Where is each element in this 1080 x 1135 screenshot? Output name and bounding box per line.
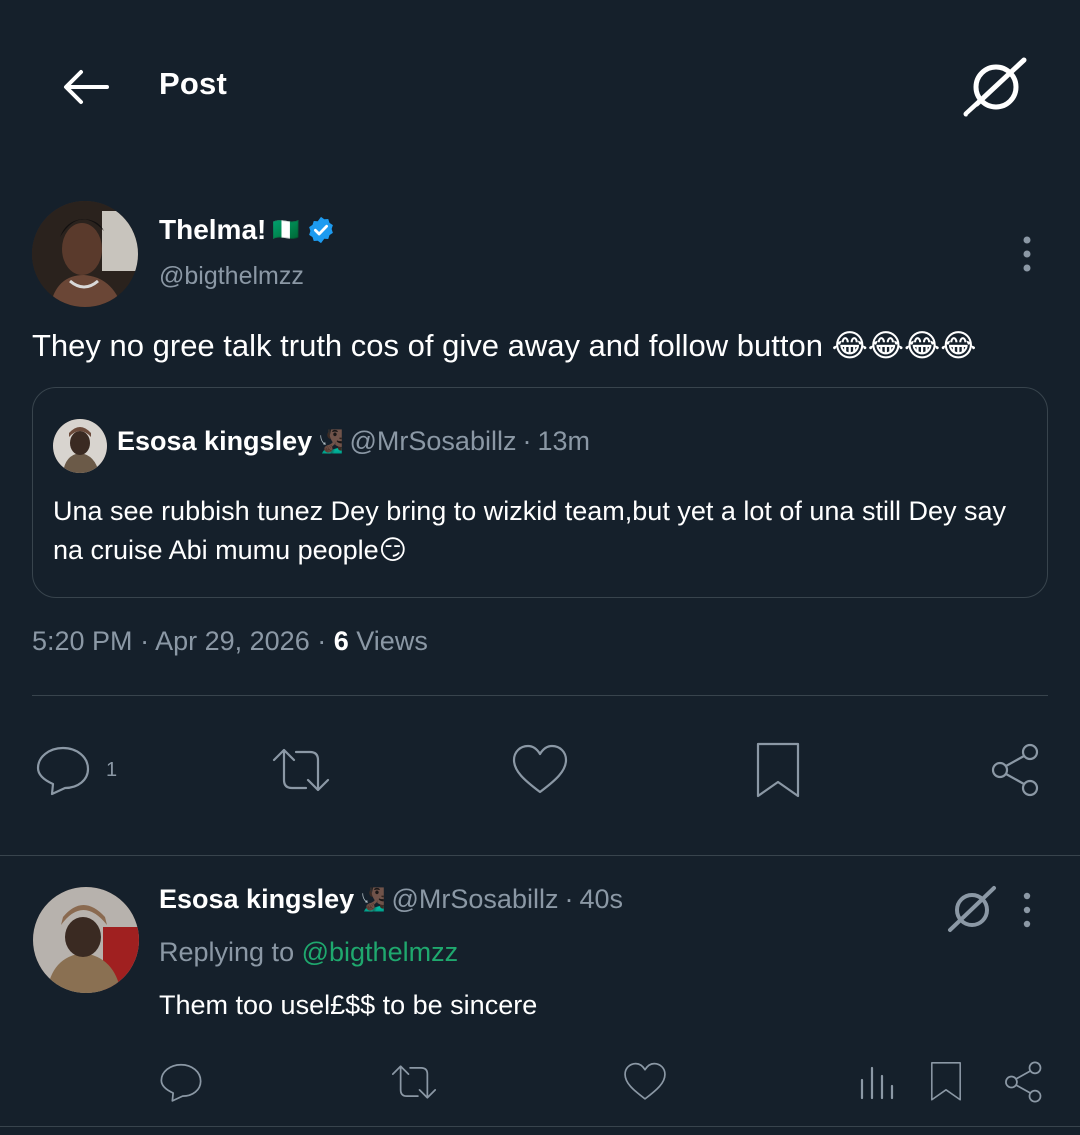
share-button[interactable] [988,742,1044,798]
quoted-author-photo [53,419,107,473]
avatar[interactable] [32,201,138,307]
reply-time: 40s [579,884,624,914]
reply-reply-button[interactable] [158,1060,204,1104]
tweet-metadata: 5:20 PM · Apr 29, 2026 · 6 Views [32,626,428,657]
grok-button[interactable] [946,884,998,934]
separator-dot: · [317,626,334,656]
reply-like-button[interactable] [622,1060,668,1104]
reply-retweet-button[interactable] [388,1060,440,1104]
replying-to-line: Replying to @bigthelmzz [159,937,458,968]
views-count: 6 [333,626,349,656]
reply-author-name[interactable]: Esosa kingsley [159,884,354,915]
more-options-button[interactable] [1010,232,1044,276]
retweet-button[interactable] [268,742,334,798]
quoted-author-name[interactable]: Esosa kingsley [117,426,312,457]
bookmark-button[interactable] [750,740,806,802]
heart-icon [624,1062,666,1100]
more-options-button[interactable] [1012,888,1042,932]
separator-dot: · [564,884,574,914]
replying-to-handle[interactable]: @bigthelmzz [302,937,458,967]
more-vertical-icon [1023,892,1031,928]
arrow-left-icon [64,70,109,104]
reply-header: Esosa kingsley 🧏🏿‍♂️ @MrSosabillz · 40s [159,884,623,915]
quoted-tweet-text: Una see rubbish tunez Dey bring to wizki… [53,496,1006,565]
grok-button[interactable] [962,56,1030,118]
divider [0,1126,1080,1127]
back-button[interactable] [58,62,114,112]
share-icon [991,743,1039,797]
share-icon [1005,1061,1042,1103]
divider [0,855,1080,856]
reply-avatar[interactable] [33,887,139,993]
bookmark-icon [756,742,800,798]
divider [32,695,1048,696]
tweet-time: 5:20 PM [32,626,133,656]
quoted-avatar[interactable] [53,419,107,473]
replying-to-label: Replying to [159,937,295,967]
retweet-icon [391,1065,437,1099]
grok-icon [948,886,996,932]
like-button[interactable] [510,742,570,798]
author-name[interactable]: Thelma! 🇳🇬 [159,214,336,246]
quoted-tweet-time: 13m [537,426,590,456]
analytics-icon [860,1066,894,1100]
grok-icon [963,57,1027,117]
bookmark-icon [931,1062,961,1101]
reply-author-handle[interactable]: @MrSosabillz [392,884,559,915]
separator-dot: · [522,426,532,456]
quoted-tweet-header: Esosa kingsley 🧏🏿‍♂️ @MrSosabillz · 13m [117,426,590,457]
author-handle[interactable]: @bigthelmzz [159,262,304,291]
reply-count: 1 [106,758,118,781]
reply-bookmark-button[interactable] [926,1060,966,1104]
reply-views-button[interactable] [856,1060,900,1104]
retweet-icon [272,748,330,792]
reply-share-button[interactable] [1002,1060,1046,1104]
page-title: Post [159,66,227,101]
reply-icon [36,746,90,796]
heart-icon [512,744,568,794]
verified-badge-icon [308,216,333,244]
reply-button[interactable]: 1 [34,742,117,798]
deaf-man-emoji: 🧏🏿‍♂️ [316,428,344,454]
reply-author-photo [33,887,139,993]
views-label: Views [356,626,428,656]
reply-icon [160,1063,202,1102]
author-name-text: Thelma! [159,214,267,245]
more-vertical-icon [1023,236,1031,272]
separator-dot: · [140,626,156,656]
author-photo [32,201,138,307]
reply-text: Them too usel£$$ to be sincere [159,990,538,1020]
tweet-date: Apr 29, 2026 [155,626,310,656]
quoted-author-handle[interactable]: @MrSosabillz [350,426,517,457]
deaf-man-emoji: 🧏🏿‍♂️ [358,886,386,912]
tweet-text: They no gree talk truth cos of give away… [32,328,977,363]
nigeria-flag-icon: 🇳🇬 [272,217,300,242]
